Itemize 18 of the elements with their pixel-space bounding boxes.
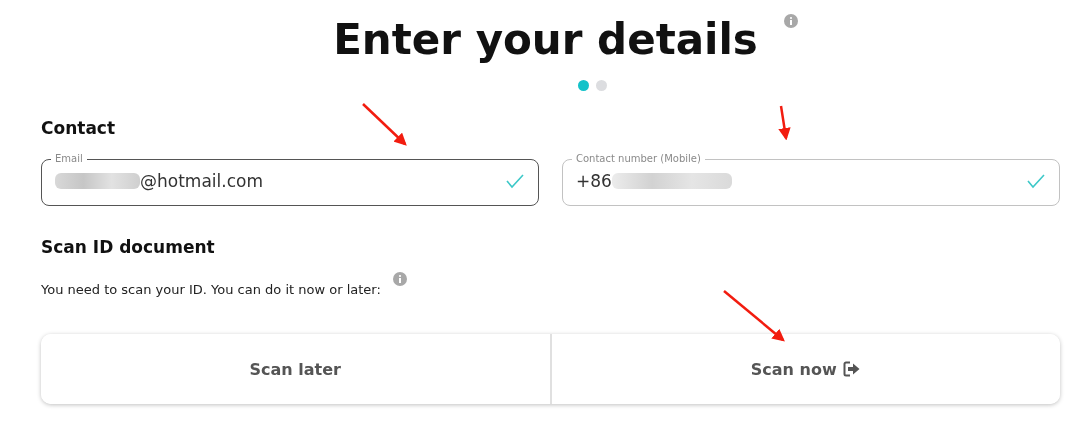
info-icon[interactable]	[783, 14, 798, 28]
input-field[interactable]: Email @hotmail.com	[41, 152, 539, 206]
input-field[interactable]: Contact number (Mobile) +86	[562, 152, 1060, 206]
info-icon[interactable]	[392, 272, 407, 286]
exit-icon	[842, 361, 861, 377]
annotation-arrow	[362, 103, 407, 146]
scan-button[interactable]: Scan now	[549, 334, 1060, 404]
scan-button[interactable]: Scan later	[41, 334, 550, 404]
field-value: @hotmail.com	[55, 171, 505, 191]
field-value: +86	[576, 171, 1026, 191]
section-heading: Contact	[41, 117, 116, 139]
instruction-text: You need to scan your ID. You can do it now or later:	[41, 281, 381, 299]
field-label: Email	[54, 152, 84, 166]
section-heading: Scan ID document	[41, 236, 215, 258]
page-title: Enter your details	[333, 14, 758, 66]
annotation-arrow	[723, 290, 785, 342]
field-label: Contact number (Mobile)	[575, 152, 702, 166]
annotation-arrow	[778, 105, 791, 141]
